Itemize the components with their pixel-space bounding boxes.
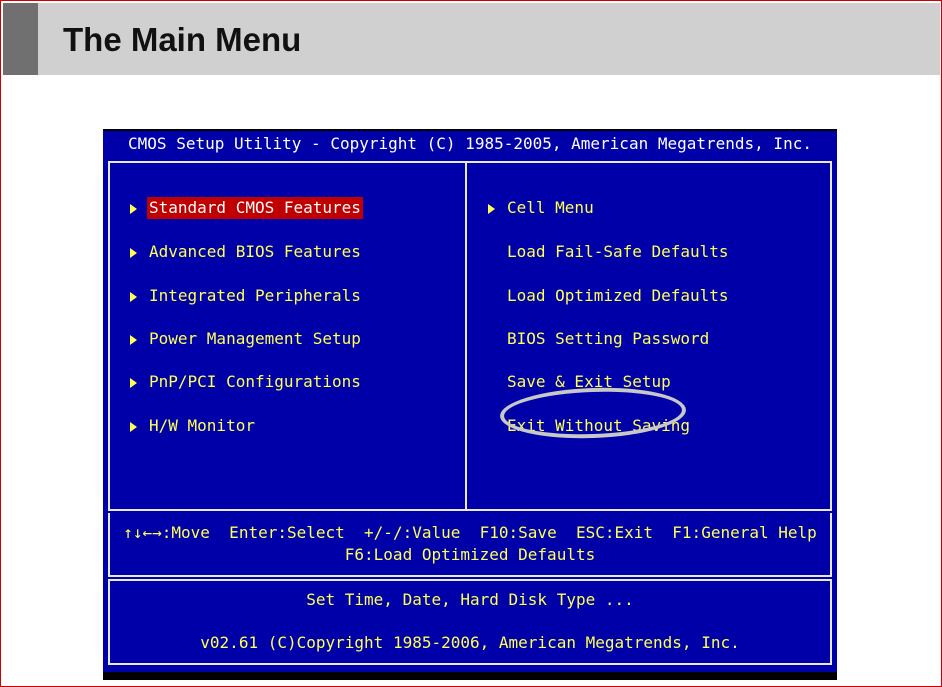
menu-item-cell-menu[interactable]: Cell Menu [488,197,596,219]
menu-item-label: Standard CMOS Features [147,197,363,219]
menu-divider [465,163,467,509]
bios-title-bar: CMOS Setup Utility - Copyright (C) 1985-… [103,131,837,155]
menu-item-standard-cmos-features[interactable]: Standard CMOS Features [130,197,363,219]
right-triangle-icon [130,421,137,432]
right-triangle-icon [488,203,495,214]
menu-item-pnp-pci-configurations[interactable]: PnP/PCI Configurations [130,371,363,393]
menu-item-label: Advanced BIOS Features [149,242,361,261]
menu-item-label: Load Fail-Safe Defaults [507,242,729,261]
menu-item-label: Load Optimized Defaults [507,286,729,305]
right-triangle-icon [130,247,137,258]
header-accent-bar [3,3,38,75]
menu-item-label: Power Management Setup [149,329,361,348]
key-help-panel: ↑↓←→:Move Enter:Select +/-/:Value F10:Sa… [108,513,832,577]
status-panel: Set Time, Date, Hard Disk Type ... v02.6… [108,579,832,665]
status-help-text: Set Time, Date, Hard Disk Type ... [306,590,634,609]
menu-item-label: H/W Monitor [149,416,255,435]
menu-item-integrated-peripherals[interactable]: Integrated Peripherals [130,285,363,307]
menu-item-bios-setting-password[interactable]: BIOS Setting Password [505,328,711,350]
menu-item-advanced-bios-features[interactable]: Advanced BIOS Features [130,241,363,263]
slide-title: The Main Menu [63,21,302,58]
right-triangle-icon [130,377,137,388]
menu-item-label: PnP/PCI Configurations [149,372,361,391]
slide-header: The Main Menu [3,3,940,75]
right-triangle-icon [130,291,137,302]
menu-item-power-management-setup[interactable]: Power Management Setup [130,328,363,350]
menu-item-load-fail-safe-defaults[interactable]: Load Fail-Safe Defaults [505,241,731,263]
menu-item-label: BIOS Setting Password [507,329,710,348]
main-menu-panel: Standard CMOS Features Advanced BIOS Fea… [108,161,832,511]
key-help-line-2: F6:Load Optimized Defaults [344,545,596,564]
menu-item-label: Cell Menu [507,198,594,217]
key-help-line-1: ↑↓←→:Move Enter:Select +/-/:Value F10:Sa… [123,523,817,542]
menu-item-load-optimized-defaults[interactable]: Load Optimized Defaults [505,285,731,307]
menu-item-hw-monitor[interactable]: H/W Monitor [130,415,257,437]
bios-bottom-bar [103,672,837,680]
right-triangle-icon [130,203,137,214]
version-text: v02.61 (C)Copyright 1985-2006, American … [200,633,740,652]
right-triangle-icon [130,334,137,345]
bios-screen: CMOS Setup Utility - Copyright (C) 1985-… [103,129,837,680]
menu-item-label: Integrated Peripherals [149,286,361,305]
bios-title: CMOS Setup Utility - Copyright (C) 1985-… [128,134,812,153]
